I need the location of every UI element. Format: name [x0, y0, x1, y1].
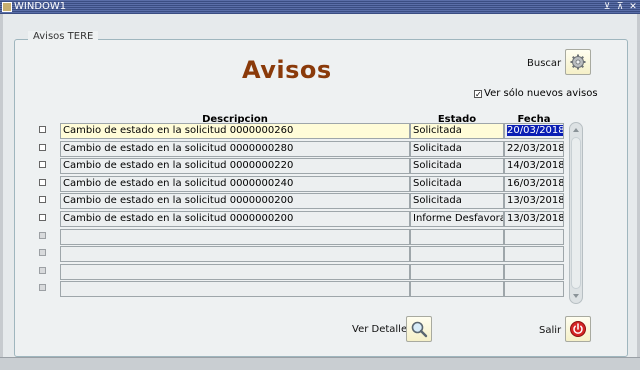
cell-descripcion[interactable]: Cambio de estado en la solicitud 0000000… [60, 193, 410, 209]
cell-estado[interactable]: Solicitada [410, 193, 504, 209]
cell-fecha[interactable]: 13/03/2018 [504, 211, 564, 227]
cell-estado[interactable] [410, 246, 504, 262]
cell-fecha[interactable]: 13/03/2018 [504, 193, 564, 209]
title-bar: WINDOW1 ⊻ ⊼ ✕ [0, 0, 640, 14]
cell-estado[interactable]: Informe Desfavorable [410, 211, 504, 227]
cell-estado-text: Solicitada [413, 160, 462, 171]
cell-descripcion-text: Cambio de estado en la solicitud 0000000… [63, 143, 294, 154]
salir-label: Salir [539, 325, 562, 336]
cell-estado[interactable]: Solicitada [410, 158, 504, 174]
page-title: Avisos [242, 56, 332, 84]
status-strip [0, 357, 640, 370]
cell-estado-text: Informe Desfavorable [413, 213, 503, 224]
cell-fecha-text: 13/03/2018 [507, 213, 564, 224]
row-checkbox[interactable] [39, 214, 46, 221]
app-icon [2, 2, 12, 12]
cell-fecha[interactable] [504, 246, 564, 262]
cell-fecha-text: 13/03/2018 [507, 195, 564, 206]
nuevos-filter[interactable]: ✓ Ver sólo nuevos avisos [474, 88, 598, 99]
scroll-thumb[interactable] [571, 137, 581, 289]
row-checkbox[interactable] [39, 196, 46, 203]
row-checkbox[interactable] [39, 179, 46, 186]
cell-fecha[interactable]: 14/03/2018 [504, 158, 564, 174]
scroll-up-icon[interactable] [573, 128, 579, 132]
minimize-icon[interactable]: ⊻ [602, 0, 612, 14]
salir-button[interactable] [565, 316, 591, 342]
cell-estado-text: Solicitada [413, 125, 462, 136]
cell-fecha[interactable]: 20/03/2018 [504, 123, 564, 139]
gear-icon [570, 54, 586, 70]
buscar-button[interactable] [565, 49, 591, 75]
cell-descripcion[interactable]: Cambio de estado en la solicitud 0000000… [60, 123, 410, 139]
row-checkbox[interactable] [39, 284, 46, 291]
buscar-label: Buscar [527, 58, 562, 69]
group-legend: Avisos TERE [28, 31, 99, 42]
cell-fecha[interactable]: 16/03/2018 [504, 176, 564, 192]
cell-estado[interactable] [410, 229, 504, 245]
cell-descripcion[interactable]: Cambio de estado en la solicitud 0000000… [60, 158, 410, 174]
cell-estado[interactable]: Solicitada [410, 123, 504, 139]
cell-fecha[interactable] [504, 281, 564, 297]
power-icon [570, 321, 586, 337]
cell-fecha[interactable]: 22/03/2018 [504, 141, 564, 157]
row-checkbox[interactable] [39, 161, 46, 168]
scroll-down-icon[interactable] [573, 294, 579, 298]
cell-fecha-text: 22/03/2018 [507, 143, 564, 154]
cell-descripcion-text: Cambio de estado en la solicitud 0000000… [63, 195, 294, 206]
maximize-icon[interactable]: ⊼ [615, 0, 625, 14]
cell-estado[interactable]: Solicitada [410, 176, 504, 192]
row-checkbox[interactable] [39, 267, 46, 274]
window-title: WINDOW1 [14, 1, 67, 12]
cell-descripcion[interactable] [60, 246, 410, 262]
cell-descripcion[interactable] [60, 264, 410, 280]
table-scrollbar[interactable] [569, 122, 583, 304]
cell-descripcion[interactable]: Cambio de estado en la solicitud 0000000… [60, 211, 410, 227]
cell-fecha-text: 20/03/2018 [507, 125, 564, 136]
cell-estado[interactable]: Solicitada [410, 141, 504, 157]
cell-fecha[interactable] [504, 264, 564, 280]
ver-detalle-button[interactable] [406, 316, 432, 342]
row-checkbox[interactable] [39, 144, 46, 151]
cell-estado-text: Solicitada [413, 178, 462, 189]
cell-fecha-text: 16/03/2018 [507, 178, 564, 189]
cell-descripcion-text: Cambio de estado en la solicitud 0000000… [63, 125, 294, 136]
cell-descripcion-text: Cambio de estado en la solicitud 0000000… [63, 178, 294, 189]
cell-estado-text: Solicitada [413, 143, 462, 154]
row-checkbox[interactable] [39, 249, 46, 256]
window-controls: ⊻ ⊼ ✕ [602, 0, 638, 14]
cell-fecha-text: 14/03/2018 [507, 160, 564, 171]
row-checkbox[interactable] [39, 126, 46, 133]
cell-descripcion[interactable] [60, 229, 410, 245]
cell-descripcion[interactable]: Cambio de estado en la solicitud 0000000… [60, 141, 410, 157]
cell-descripcion[interactable]: Cambio de estado en la solicitud 0000000… [60, 176, 410, 192]
magnifier-icon [411, 321, 428, 338]
ver-detalle-label: Ver Detalle [352, 324, 408, 335]
cell-descripcion[interactable] [60, 281, 410, 297]
row-checkbox[interactable] [39, 232, 46, 239]
cell-estado[interactable] [410, 264, 504, 280]
nuevos-label: Ver sólo nuevos avisos [484, 88, 598, 99]
cell-estado-text: Solicitada [413, 195, 462, 206]
cell-fecha[interactable] [504, 229, 564, 245]
close-icon[interactable]: ✕ [628, 0, 638, 14]
cell-estado[interactable] [410, 281, 504, 297]
cell-descripcion-text: Cambio de estado en la solicitud 0000000… [63, 213, 294, 224]
cell-descripcion-text: Cambio de estado en la solicitud 0000000… [63, 160, 294, 171]
nuevos-checkbox[interactable]: ✓ [474, 89, 482, 98]
